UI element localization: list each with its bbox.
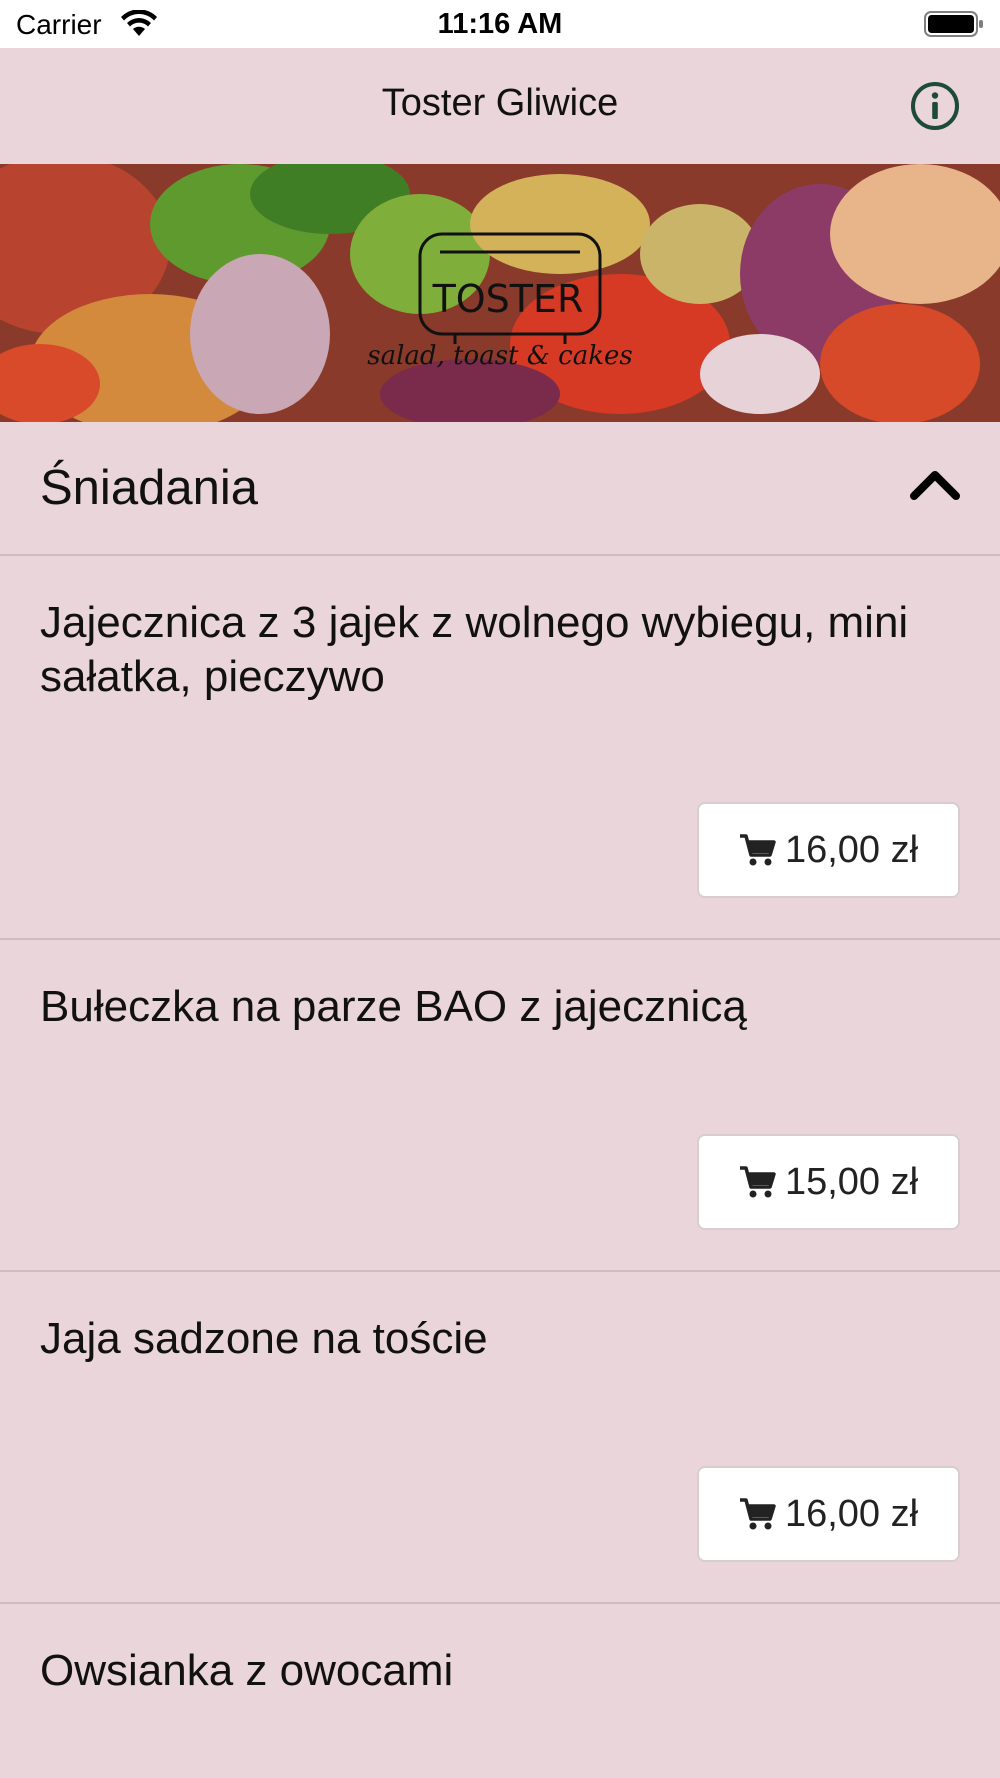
- cart-icon: [739, 1166, 776, 1198]
- section-header-sniadania[interactable]: Śniadania: [0, 422, 1000, 556]
- battery-icon: [924, 11, 983, 37]
- menu-item-name: Bułeczka na parze BAO z jajecznicą: [40, 982, 747, 1031]
- salad-photo: TOSTER salad, toast & cakes: [0, 164, 1000, 422]
- banner-logo-text: TOSTER: [432, 277, 584, 321]
- menu-item-name: Jajecznica z 3 jajek z wolnego wybiegu, …: [40, 598, 909, 701]
- menu-item-name: Jaja sadzone na toście: [40, 1314, 488, 1363]
- banner-tagline: salad, toast & cakes: [367, 341, 632, 371]
- menu-item: Bułeczka na parze BAO z jajecznicą 15,00…: [0, 940, 1000, 1272]
- navigation-bar: Toster Gliwice: [0, 48, 1000, 164]
- info-icon[interactable]: [910, 81, 960, 131]
- menu-item: Jaja sadzone na toście 16,00 zł: [0, 1272, 1000, 1604]
- price-label: 16,00 zł: [784, 1492, 919, 1535]
- cart-icon: [739, 1498, 776, 1530]
- page-title: Toster Gliwice: [381, 82, 619, 124]
- clock: 11:16 AM: [437, 8, 563, 40]
- price-label: 15,00 zł: [784, 1160, 919, 1203]
- status-bar: Carrier 11:16 AM: [0, 0, 1000, 48]
- section-title: Śniadania: [40, 461, 258, 515]
- price-label: 16,00 zł: [784, 828, 919, 871]
- chevron-up-icon: [910, 471, 960, 500]
- cart-icon: [739, 834, 776, 866]
- menu-item: Owsianka z owocami: [0, 1604, 1000, 1778]
- menu-item-name: Owsianka z owocami: [40, 1646, 454, 1695]
- add-to-cart-button[interactable]: 15,00 zł: [697, 1134, 960, 1230]
- add-to-cart-button[interactable]: 16,00 zł: [697, 802, 960, 898]
- menu-item: Jajecznica z 3 jajek z wolnego wybiegu, …: [0, 556, 1000, 940]
- add-to-cart-button[interactable]: 16,00 zł: [697, 1466, 960, 1562]
- banner-image: TOSTER salad, toast & cakes: [0, 164, 1000, 422]
